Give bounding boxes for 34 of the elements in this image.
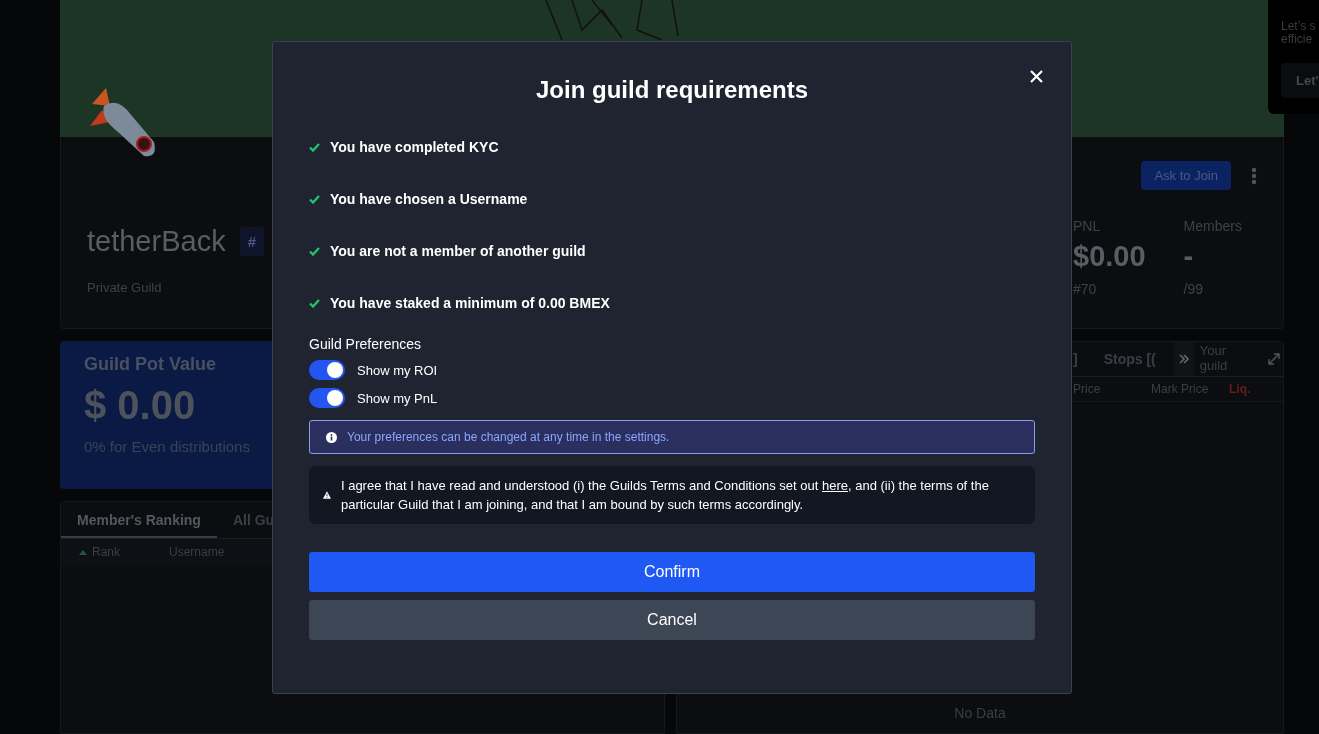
requirement-text: You have chosen a Username (330, 191, 528, 207)
preferences-label: Guild Preferences (309, 336, 423, 352)
ask-to-join-button[interactable]: Ask to Join (1141, 161, 1231, 190)
pot-title: Guild Pot Value (84, 354, 217, 375)
guild-name: tetherBack (87, 225, 226, 258)
welcome-text: Let’s s (1281, 20, 1317, 33)
more-icon[interactable] (1251, 166, 1257, 185)
start-button[interactable]: Let' (1281, 63, 1319, 99)
guild-tag: # (239, 227, 264, 256)
close-icon[interactable] (1030, 70, 1043, 83)
terms-link[interactable]: here (822, 478, 848, 493)
stat-value: - (1183, 240, 1195, 273)
warning-icon (323, 489, 331, 501)
scroll-right-icon[interactable] (1173, 342, 1194, 376)
requirement-text: You are not a member of another guild (330, 243, 586, 259)
column-header: Liq. (1229, 382, 1252, 396)
toggle-label: Show my PnL (357, 390, 438, 406)
confirm-button[interactable]: Confirm (309, 552, 1035, 592)
expand-icon[interactable] (1267, 353, 1280, 365)
requirement-text: You have completed KYC (330, 139, 499, 155)
cancel-button[interactable]: Cancel (309, 600, 1035, 640)
stat-value: $0.00 (1073, 240, 1146, 273)
pot-value: $ 0.00 (84, 383, 196, 428)
toggle-switch[interactable] (309, 360, 345, 380)
requirement-text: You have staked a minimum of 0.00 BMEX (330, 295, 610, 311)
info-icon (326, 431, 337, 443)
info-text: Your preferences can be changed at any time in the settings. (347, 430, 670, 444)
dialog-title: Join guild requirements (535, 76, 808, 104)
welcome-text: efficie (1281, 32, 1314, 46)
toggle-switch[interactable] (309, 388, 345, 408)
toggle-label: Show my ROI (357, 362, 438, 378)
positions-tab[interactable]: ] (1073, 351, 1078, 367)
sort-up-icon[interactable] (79, 549, 87, 555)
agreement-text: I agree that I have read and understood (i) the Guilds Terms and Conditions set out here, and (ii) the terms of the particular Guild that I am joining, and that I am bound by such terms accordingly. (340, 477, 990, 514)
